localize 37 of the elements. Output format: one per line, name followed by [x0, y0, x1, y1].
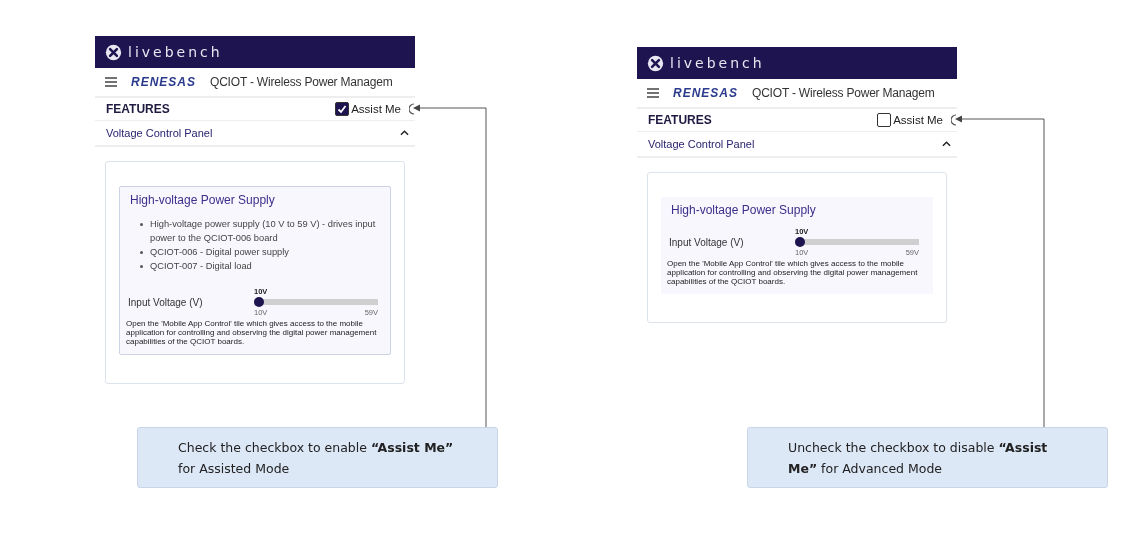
panel-header[interactable]: Voltage Control Panel	[637, 132, 957, 158]
chevron-icon[interactable]	[942, 141, 951, 147]
logo-icon	[105, 43, 122, 61]
menu-icon[interactable]	[647, 88, 659, 98]
slider-label: Input Voltage (V)	[669, 236, 745, 248]
bullet-text: QCIOT-007 - Digital load	[150, 260, 252, 273]
section-heading: FEATURES	[106, 102, 171, 116]
bullet-text: High-voltage power supply (10 V to 59 V) - drives input power to the QCIOT-006 board	[150, 218, 377, 245]
menu-icon[interactable]	[105, 77, 117, 87]
slider-track[interactable]	[795, 237, 919, 247]
logo-icon	[647, 54, 664, 72]
card-title: High-voltage Power Supply	[129, 193, 276, 207]
assist-checkbox[interactable]	[877, 113, 892, 127]
brand-name: livebench	[670, 55, 765, 71]
brand-name: livebench	[128, 44, 223, 60]
slider-thumb[interactable]	[795, 237, 805, 247]
slider-label: Input Voltage (V)	[128, 296, 204, 308]
slider-track[interactable]	[254, 297, 378, 307]
vendor-logo: RENESAS	[131, 75, 196, 89]
note-text: Open the 'Mobile App Control' tile which gives access to the mobile application for controlling and observing the digital power management capabilities of the QCIOT boards.	[126, 319, 378, 346]
help-icon[interactable]	[409, 103, 415, 115]
slider-thumb[interactable]	[254, 297, 264, 307]
note-text: Open the 'Mobile App Control' tile which gives access to the mobile application for controlling and observing the digital power management capabilities of the QCIOT boards.	[667, 259, 919, 286]
assist-checkbox[interactable]	[335, 102, 350, 116]
help-icon[interactable]	[951, 114, 957, 126]
bullet-text: QCIOT-006 - Digital power supply	[150, 246, 289, 259]
vendor-logo: RENESAS	[673, 86, 738, 100]
page-title: QCIOT - Wireless Power Managem	[752, 86, 935, 100]
panel-header[interactable]: Voltage Control Panel	[95, 121, 415, 147]
card-title: High-voltage Power Supply	[670, 203, 817, 217]
checkbox-label: Assist Me	[351, 103, 401, 115]
chevron-icon[interactable]	[400, 130, 409, 136]
page-title: QCIOT - Wireless Power Managem	[210, 75, 393, 89]
checkbox-label: Assist Me	[893, 114, 943, 126]
callout-box: Uncheck the checkbox to disable “Assist Me” for Advanced Mode	[747, 427, 1108, 488]
callout-box: Check the checkbox to enable “Assist Me” for Assisted Mode	[137, 427, 498, 488]
section-heading: FEATURES	[648, 113, 713, 127]
